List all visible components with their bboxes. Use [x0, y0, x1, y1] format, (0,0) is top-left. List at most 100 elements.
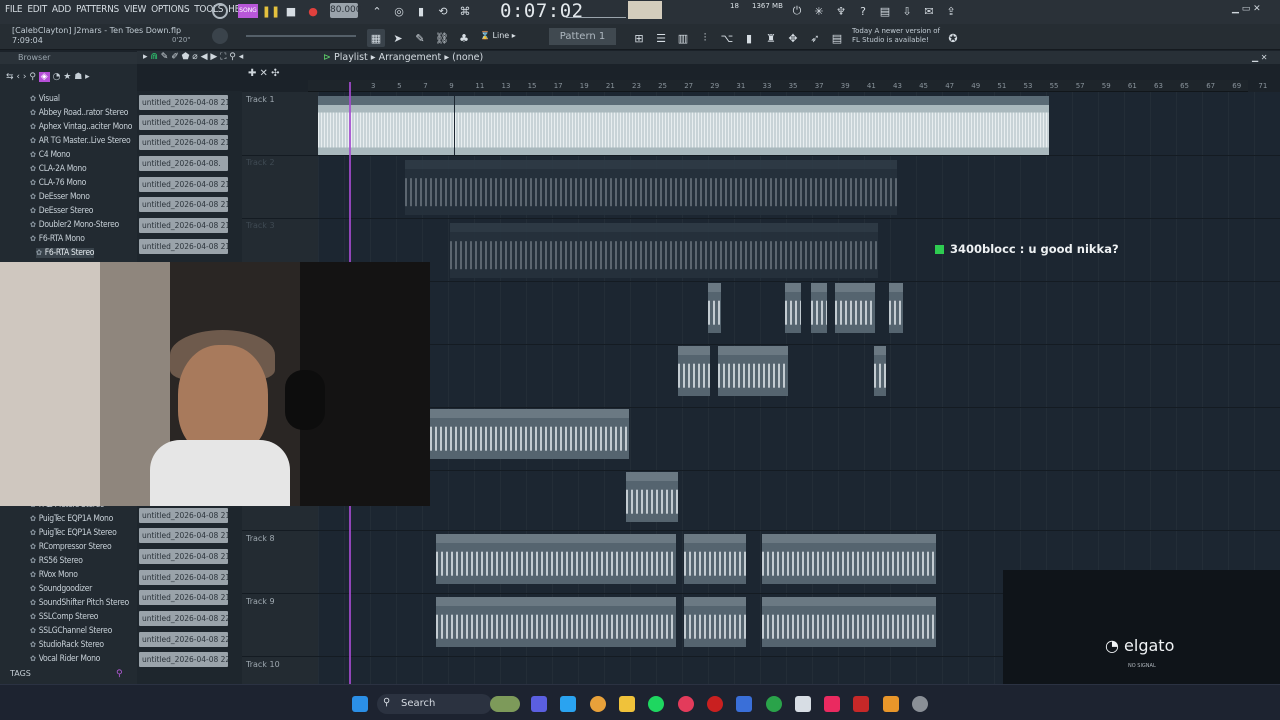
- audio-clip-group[interactable]: [436, 597, 676, 647]
- save-icon[interactable]: ▤: [876, 2, 894, 20]
- channel-rack-icon[interactable]: ⊞: [630, 29, 648, 47]
- browser-item[interactable]: CLA-2A Mono: [30, 164, 87, 174]
- menu-edit[interactable]: EDIT: [27, 0, 47, 20]
- pattern-selector[interactable]: Pattern 1: [549, 28, 616, 45]
- music-icon[interactable]: [678, 696, 694, 712]
- blend-icon[interactable]: ⌘: [456, 2, 474, 20]
- browser-item[interactable]: StudioRack Stereo: [30, 640, 104, 650]
- clip-source[interactable]: untitled_2026-04-08 21-: [139, 528, 228, 543]
- browser-item[interactable]: RCompressor Stereo: [30, 542, 112, 552]
- file-explorer-icon[interactable]: [619, 696, 635, 712]
- browser-item[interactable]: SoundShifter Pitch Stereo: [30, 598, 129, 608]
- audio-clip-group[interactable]: [762, 597, 936, 647]
- browser-item[interactable]: C4 Mono: [30, 150, 71, 160]
- track-label[interactable]: Track 3: [246, 221, 275, 230]
- midi-icon[interactable]: ✳: [810, 2, 828, 20]
- record-knob-icon[interactable]: [212, 3, 228, 19]
- browser-item[interactable]: AR TG Master..Live Stereo: [30, 136, 131, 146]
- clip-source[interactable]: untitled_2026-04-08 21-: [139, 95, 228, 110]
- browser-item[interactable]: DeEsser Mono: [30, 192, 90, 202]
- clip-source[interactable]: untitled_2026-04-08 21-: [139, 570, 228, 585]
- audio-clip-group[interactable]: [450, 223, 878, 278]
- wait-icon[interactable]: ◎: [390, 2, 408, 20]
- position-slider[interactable]: [246, 35, 356, 37]
- playlist-window-controls[interactable]: ▁ ✕: [1252, 53, 1267, 62]
- menu-patterns[interactable]: PATTERNS: [76, 0, 119, 20]
- render-icon[interactable]: ⇩: [898, 2, 916, 20]
- spotify-icon[interactable]: [648, 696, 664, 712]
- plugin-picker-icon[interactable]: ✥: [784, 29, 802, 47]
- clip-source[interactable]: untitled_2026-04-08 22-: [139, 632, 228, 647]
- stamp-icon[interactable]: ♣: [455, 29, 473, 47]
- clip-source[interactable]: untitled_2026-04-08 21-: [139, 239, 228, 254]
- copilot-icon[interactable]: [560, 696, 576, 712]
- clip-source[interactable]: untitled_2026-04-08 21-: [139, 508, 228, 523]
- track-label[interactable]: Track 10: [246, 660, 280, 669]
- audio-clip[interactable]: unt..4: [678, 346, 710, 396]
- audio-clip-group[interactable]: [436, 534, 676, 584]
- playlist-snap-tools[interactable]: ✚ ✕ ✣: [248, 68, 280, 79]
- sliders-icon[interactable]: ⫶: [696, 29, 714, 47]
- menu-view[interactable]: VIEW: [124, 0, 146, 20]
- browser-item[interactable]: Doubler2 Mono-Stereo: [30, 220, 119, 230]
- menu-options[interactable]: OPTIONS: [151, 0, 189, 20]
- step-icon[interactable]: ▮: [412, 2, 430, 20]
- record-icon[interactable]: ●: [304, 2, 322, 20]
- playlist-tools[interactable]: ▸ ⋒ ✎ ✐ ⬟ ⌀ ◀ ▶ ⛶ ⚲ ◂: [143, 52, 243, 62]
- update-notice[interactable]: Today A newer version of FL Studio is av…: [852, 27, 940, 45]
- browser-item[interactable]: RVox Mono: [30, 570, 78, 580]
- fl-studio-icon[interactable]: [883, 696, 899, 712]
- play-arrow-icon[interactable]: ➤: [389, 29, 407, 47]
- mixer-icon[interactable]: ☰: [652, 29, 670, 47]
- clip-source[interactable]: untitled_2026-04-08.: [139, 156, 228, 171]
- menu-add[interactable]: ADD: [52, 0, 71, 20]
- loop-record-icon[interactable]: ⟲: [434, 2, 452, 20]
- browser-item[interactable]: Soundgoodizer: [30, 584, 93, 594]
- help-icon[interactable]: ?: [854, 2, 872, 20]
- audio-clip[interactable]: unti..024: [835, 283, 875, 333]
- audio-clip[interactable]: [785, 283, 801, 333]
- audio-clip[interactable]: untitled_..ars 2024: [718, 346, 788, 396]
- track-label[interactable]: Track 9: [246, 597, 275, 606]
- tags-label[interactable]: TAGS: [10, 669, 31, 678]
- master-pitch-knob-icon[interactable]: [212, 28, 228, 44]
- track-label[interactable]: Track 2: [246, 158, 275, 167]
- audio-clip[interactable]: unti..24: [684, 597, 746, 647]
- chat-icon[interactable]: ✉: [920, 2, 938, 20]
- audio-clip[interactable]: J2mars 80 bpm: [455, 96, 1049, 155]
- widget-icon[interactable]: [490, 696, 520, 712]
- tiktok-icon[interactable]: [824, 696, 840, 712]
- update-icon[interactable]: ✪: [944, 29, 962, 47]
- browser-item-selected[interactable]: F6-RTA Stereo: [36, 248, 94, 258]
- browser-item[interactable]: Abbey Road..rator Stereo: [30, 108, 129, 118]
- search-icon[interactable]: ⚲: [116, 669, 123, 679]
- stop-icon[interactable]: ■: [282, 2, 300, 20]
- clipboard-icon[interactable]: ▮: [740, 29, 758, 47]
- obs-icon[interactable]: [912, 696, 928, 712]
- menu-file[interactable]: FILE: [5, 0, 23, 20]
- browser-item[interactable]: PuigTec EQP1A Stereo: [30, 528, 117, 538]
- app-icon[interactable]: [531, 696, 547, 712]
- audio-clip[interactable]: [708, 283, 721, 333]
- clip-source[interactable]: untitled_2026-04-08 22-: [139, 611, 228, 626]
- audio-clip[interactable]: until..2024: [626, 472, 678, 522]
- chrome-icon[interactable]: [590, 696, 606, 712]
- snap-select[interactable]: ⌛ Line ▸: [480, 31, 516, 40]
- acrobat-icon[interactable]: [853, 696, 869, 712]
- notepad-icon[interactable]: [795, 696, 811, 712]
- browser-item[interactable]: Vocal Rider Mono: [30, 654, 101, 664]
- clip-source[interactable]: untitled_2026-04-08 21-: [139, 549, 228, 564]
- windows-start-icon[interactable]: [352, 696, 368, 712]
- notes-icon[interactable]: ▤: [828, 29, 846, 47]
- plugin-icon[interactable]: ♜: [762, 29, 780, 47]
- clip-source[interactable]: untitled_2026-04-08 21-: [139, 197, 228, 212]
- arrangement-name[interactable]: Arrangement: [379, 52, 442, 63]
- browser-item[interactable]: SSLComp Stereo: [30, 612, 99, 622]
- browser-item[interactable]: Aphex Vintag..aciter Mono: [30, 122, 133, 132]
- audio-clip-group[interactable]: [762, 534, 936, 584]
- audio-clip[interactable]: [889, 283, 903, 333]
- audio-clip[interactable]: [811, 283, 827, 333]
- mic-icon[interactable]: ♆: [832, 2, 850, 20]
- browser-plugin-filter-icon[interactable]: ◈: [38, 72, 50, 82]
- clip-source[interactable]: untitled_2026-04-08 22-: [139, 652, 228, 667]
